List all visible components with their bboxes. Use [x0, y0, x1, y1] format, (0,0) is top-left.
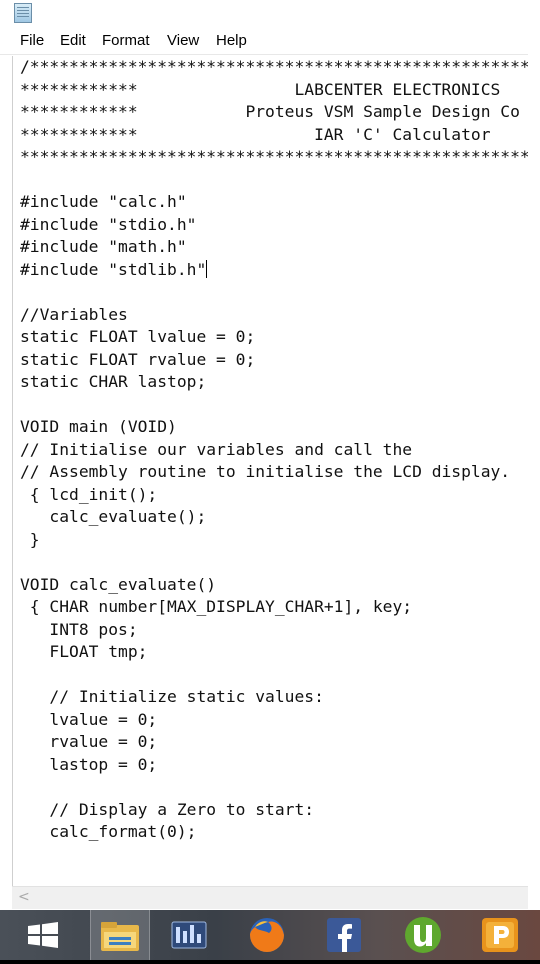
code-line: } [20, 529, 40, 549]
menu-format[interactable]: Format [102, 32, 150, 49]
menu-file[interactable]: File [20, 32, 44, 49]
taskbar [0, 910, 540, 960]
notepad-icon [14, 3, 32, 23]
editor-left-border [12, 56, 13, 886]
taskbar-powerpoint[interactable] [472, 910, 530, 960]
taskbar-control-panel[interactable] [160, 910, 218, 960]
code-line: lastop = 0; [20, 754, 158, 774]
windows-start-button[interactable] [14, 910, 72, 960]
firefox-icon [250, 918, 284, 952]
code-line: static FLOAT rvalue = 0; [20, 349, 256, 369]
notepad-window: File Edit Format View Help /************… [0, 0, 528, 910]
code-line: calc_format(0); [20, 822, 197, 841]
taskbar-file-explorer[interactable] [90, 910, 150, 960]
menu-view[interactable]: View [167, 32, 199, 49]
code-line: ****************************************… [20, 147, 528, 166]
code-line: static FLOAT lvalue = 0; [20, 327, 256, 346]
text-editor[interactable]: /***************************************… [0, 56, 528, 886]
powerpoint-icon [482, 918, 518, 952]
code-line: // Display a Zero to start: [20, 799, 315, 819]
code-line: ************ LABCENTER ELECTRONICS [20, 79, 501, 99]
code-line: #include "math.h" [20, 237, 187, 256]
code-text[interactable]: /***************************************… [20, 56, 528, 844]
code-line: VOID calc_evaluate() [20, 574, 217, 594]
code-line: INT8 pos; [20, 619, 138, 639]
code-line: { CHAR number[MAX_DISPLAY_CHAR+1], key; [20, 597, 413, 616]
title-bar [0, 0, 528, 28]
folder-icon [101, 922, 139, 951]
text-caret [206, 259, 208, 278]
code-line: FLOAT tmp; [20, 642, 148, 661]
taskbar-utorrent[interactable] [394, 910, 452, 960]
code-line: // Initialise our variables and call the [20, 439, 413, 459]
horizontal-scrollbar[interactable]: < [12, 886, 528, 909]
code-line: lvalue = 0; [20, 709, 158, 729]
code-line: // Assembly routine to initialise the LC… [20, 462, 511, 481]
control-panel-icon [171, 921, 207, 949]
utorrent-icon [405, 917, 441, 953]
code-line: static CHAR lastop; [20, 372, 207, 391]
menu-help[interactable]: Help [216, 32, 247, 49]
menu-edit[interactable]: Edit [60, 32, 86, 49]
code-line: #include "calc.h" [20, 192, 187, 211]
code-line: // Initialize static values: [20, 687, 324, 706]
code-line: #include "stdlib.h" [20, 259, 208, 279]
taskbar-facebook[interactable] [316, 910, 374, 960]
code-line: ************ Proteus VSM Sample Design C… [20, 102, 520, 121]
code-line: //Variables [20, 304, 128, 324]
code-line: rvalue = 0; [20, 732, 158, 751]
code-line: ************ IAR 'C' Calculator [20, 124, 491, 144]
menu-bar: File Edit Format View Help [0, 28, 528, 55]
code-line: #include "stdio.h" [20, 214, 197, 234]
code-line: { lcd_init(); [20, 484, 158, 504]
code-line: VOID main (VOID) [20, 417, 177, 436]
facebook-icon [327, 918, 361, 952]
code-line: calc_evaluate(); [20, 507, 207, 526]
right-edge [528, 0, 540, 910]
taskbar-firefox[interactable] [238, 910, 296, 960]
code-line: /***************************************… [20, 57, 528, 76]
windows-logo-icon [28, 922, 58, 948]
scroll-left-icon[interactable]: < [18, 889, 30, 905]
